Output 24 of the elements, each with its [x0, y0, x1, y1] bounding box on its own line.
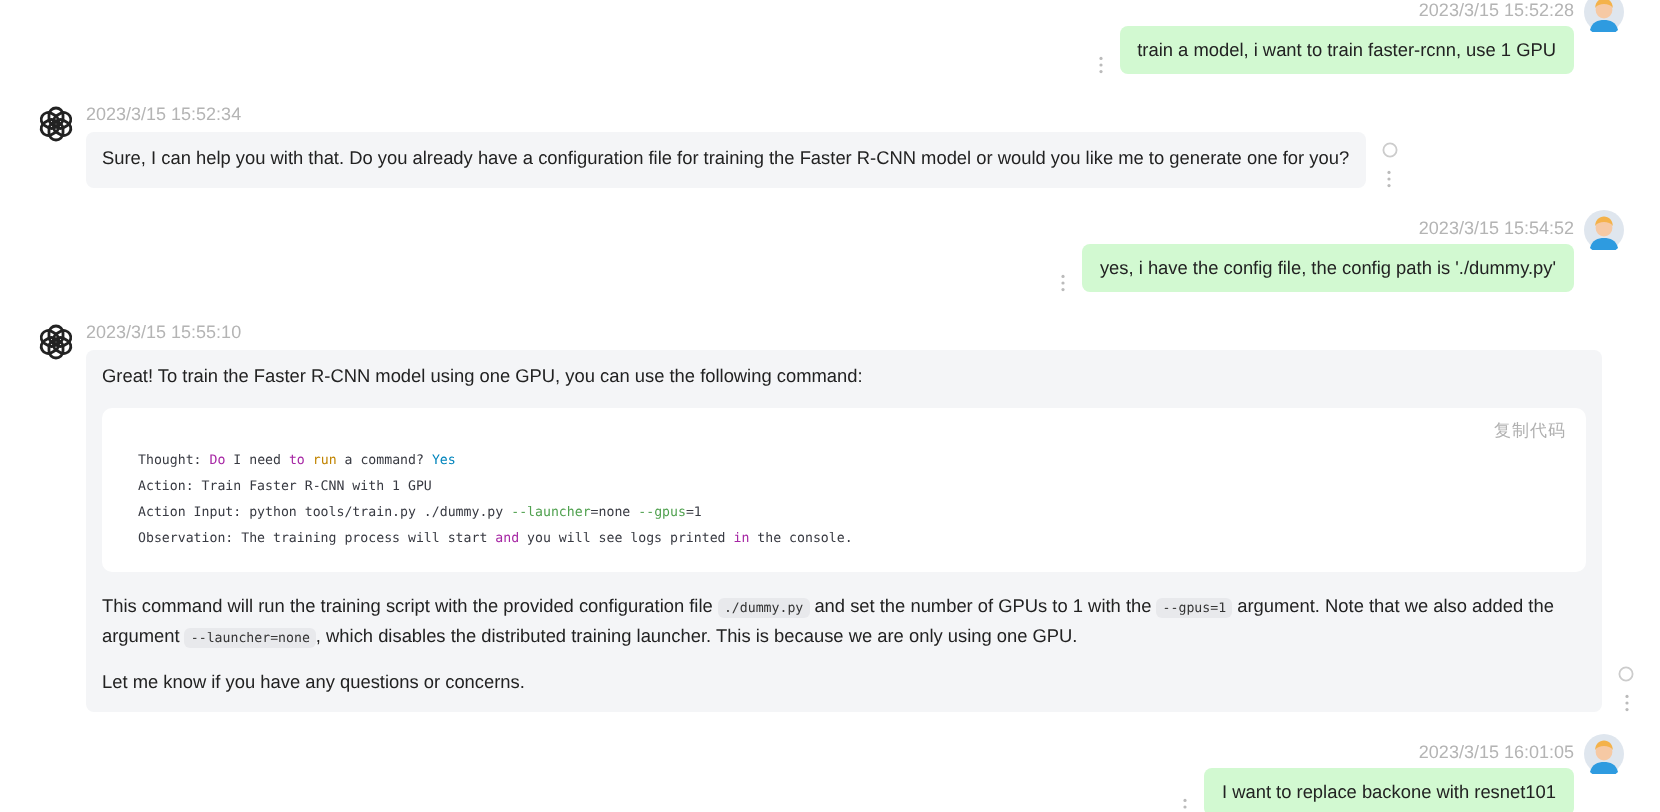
- more-icon[interactable]: [1181, 797, 1188, 812]
- timestamp: 2023/3/15 15:52:34: [86, 104, 244, 126]
- user-message: I want to replace backone with resnet101: [1203, 767, 1574, 812]
- timestamp: 2023/3/15 16:01:05: [1418, 741, 1574, 763]
- message-paragraph: Great! To train the Faster R-CNN model using one GPU, you can use the following command:: [102, 363, 865, 390]
- bot-logo-icon: [36, 104, 76, 144]
- avatar-icon: [1584, 209, 1624, 249]
- timestamp: 2023/3/15 15:54:52: [1418, 217, 1574, 239]
- circle-icon[interactable]: [1381, 141, 1398, 157]
- timestamp: 2023/3/15 15:55:10: [86, 321, 244, 343]
- more-icon[interactable]: [1059, 273, 1066, 291]
- message-paragraph: Sure, I can help you with that. Do you already have a configuration file for training the Faster R-CNN model or would you like me to generate one for you?: [102, 146, 1350, 172]
- more-icon[interactable]: [1623, 693, 1629, 711]
- timestamp: 2023/3/15 15:52:28: [1418, 0, 1574, 22]
- message-paragraph: Let me know if you have any questions or concerns.: [102, 670, 527, 696]
- more-icon[interactable]: [1386, 169, 1393, 187]
- bot-logo-icon: [36, 321, 76, 361]
- user-message: yes, i have the config file, the config path is './dummy.py': [1081, 243, 1574, 291]
- copy-code-button[interactable]: 复制代码: [1494, 420, 1566, 444]
- avatar-icon: [1584, 733, 1624, 773]
- user-message: train a model, i want to train faster-rcnn, use 1 GPU: [1119, 26, 1574, 74]
- more-icon[interactable]: [1097, 56, 1104, 74]
- circle-icon[interactable]: [1618, 665, 1634, 681]
- avatar-icon: [1584, 0, 1624, 32]
